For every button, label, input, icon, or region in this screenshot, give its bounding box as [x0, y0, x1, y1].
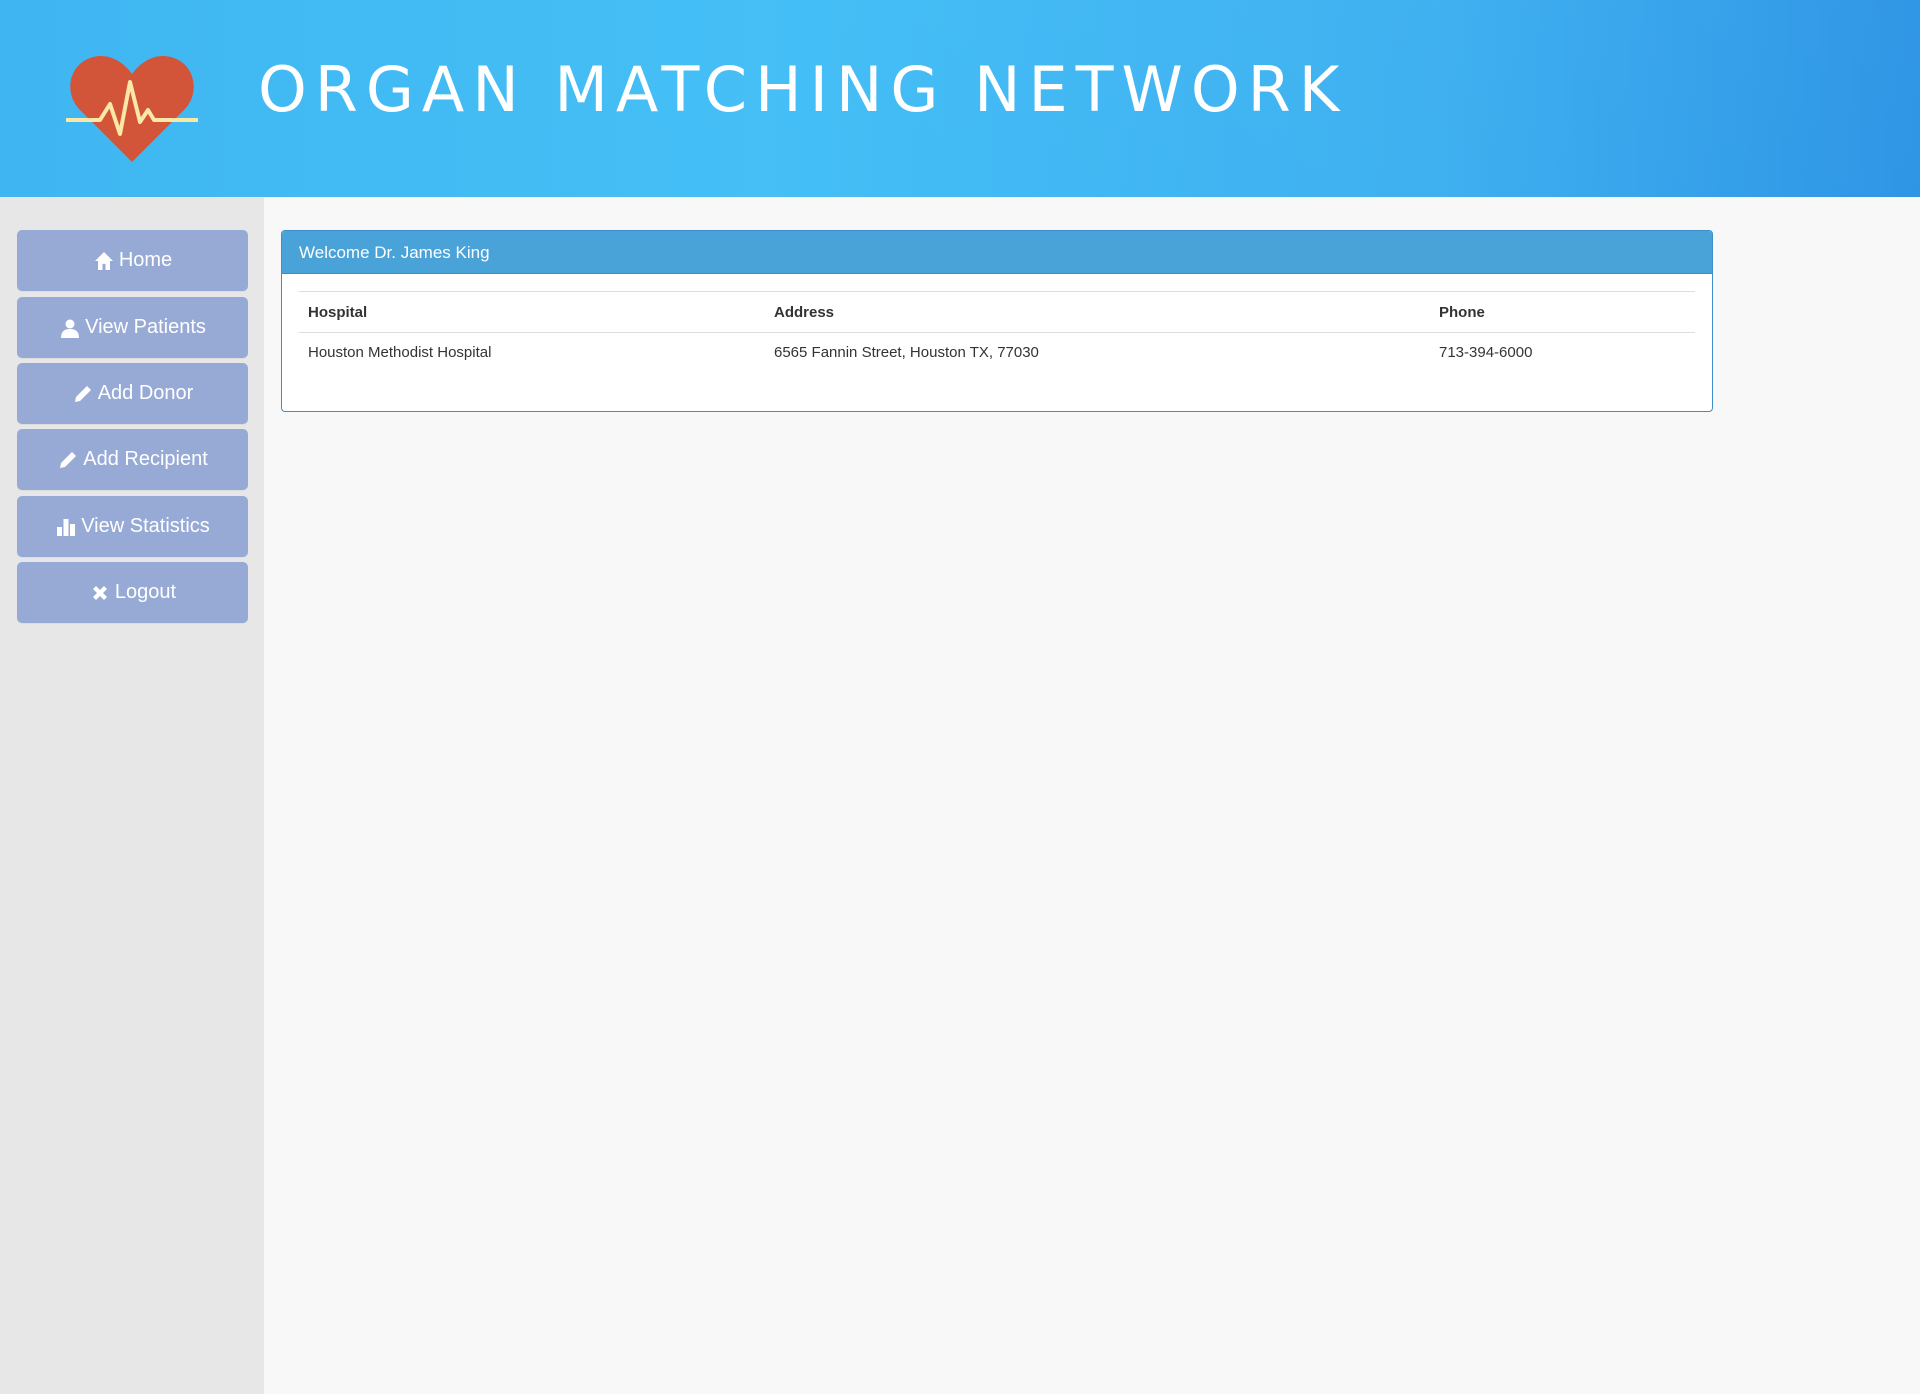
cell-phone: 713-394-6000 — [1439, 344, 1533, 362]
nav-home-label: Home — [118, 249, 173, 271]
nav-add-recipient-button[interactable]: Add Recipient — [17, 429, 248, 490]
nav-view-patients-button[interactable]: View Patients — [17, 297, 248, 358]
nav-home-button[interactable]: Home — [17, 230, 248, 291]
sidebar: Home View Patients Add Donor Add Recipie… — [0, 197, 264, 1394]
table-row: Houston Methodist Hospital 6565 Fannin S… — [299, 333, 1695, 373]
nav-view-patients-label: View Patients — [85, 316, 206, 338]
column-header-phone: Phone — [1430, 291, 1695, 333]
table-header-row: Hospital Address Phone — [299, 291, 1695, 333]
nav-add-donor-button[interactable]: Add Donor — [17, 363, 248, 424]
nav-logout-label: Logout — [114, 581, 177, 603]
app-title: ORGAN MATCHING NETWORK — [258, 53, 1348, 126]
cell-address: 6565 Fannin Street, Houston TX, 77030 — [774, 344, 1039, 362]
nav-view-statistics-label: View Statistics — [81, 515, 210, 537]
heart-pulse-icon — [66, 55, 198, 162]
header-banner: ORGAN MATCHING NETWORK — [0, 0, 1920, 197]
column-header-address: Address — [765, 291, 1430, 333]
bar-chart-icon — [55, 516, 77, 538]
nav-view-statistics-button[interactable]: View Statistics — [17, 496, 248, 557]
cell-hospital: Houston Methodist Hospital — [308, 344, 492, 362]
nav-logout-button[interactable]: Logout — [17, 562, 248, 623]
nav-add-donor-label: Add Donor — [97, 382, 194, 404]
panel-heading: Welcome Dr. James King — [282, 231, 1712, 274]
home-icon — [93, 250, 115, 272]
nav-add-recipient-label: Add Recipient — [83, 448, 208, 470]
close-icon — [89, 582, 111, 604]
pencil-icon — [57, 449, 79, 471]
welcome-panel: Welcome Dr. James King Hospital Address … — [281, 230, 1713, 412]
user-icon — [59, 317, 81, 339]
pencil-icon — [72, 383, 94, 405]
hospital-table: Hospital Address Phone Houston Methodist… — [299, 291, 1695, 373]
column-header-hospital: Hospital — [299, 291, 765, 333]
